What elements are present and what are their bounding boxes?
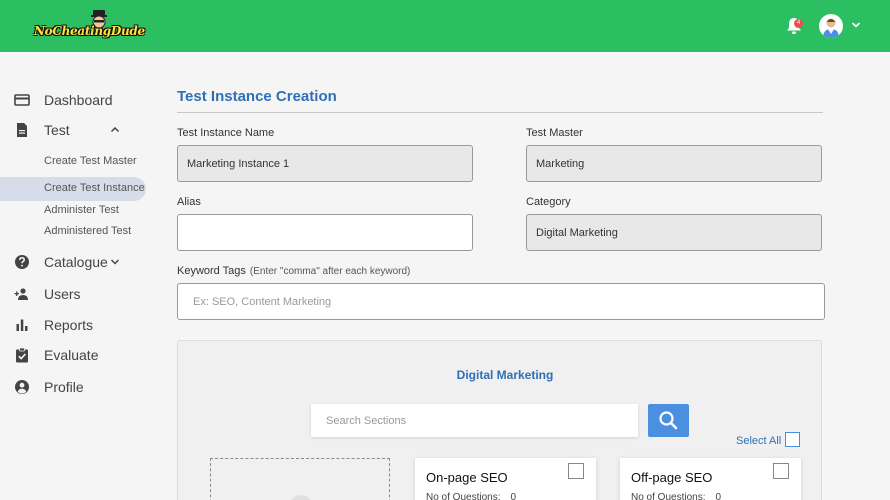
submenu-create-test-master[interactable]: Create Test Master <box>0 150 146 174</box>
select-all-checkbox[interactable] <box>785 432 800 447</box>
help-icon <box>15 255 29 269</box>
test-master-value: Marketing <box>536 157 585 170</box>
alias-label: Alias <box>177 196 201 208</box>
section-card-meta: No of Questions: 0 <box>631 492 721 500</box>
question-count-label: No of Questions: <box>631 492 706 500</box>
sidebar-item-label: Test <box>44 122 70 138</box>
avatar-doctor-icon <box>823 18 839 38</box>
category-value: Digital Marketing <box>536 226 618 239</box>
app-logo[interactable]: NoCheatingDude <box>34 10 145 44</box>
section-search-input[interactable]: Search Sections <box>311 404 638 437</box>
category-label: Category <box>526 196 571 208</box>
section-card-title: Off-page SEO <box>631 470 713 485</box>
section-card[interactable]: Off-page SEO No of Questions: 0 <box>620 458 801 500</box>
question-count-value: 0 <box>715 492 722 500</box>
notification-badge: 4 <box>794 19 803 28</box>
question-count-value: 0 <box>510 492 517 500</box>
clipboard-check-icon <box>16 347 28 363</box>
select-all-label[interactable]: Select All <box>736 435 781 447</box>
document-icon <box>17 123 27 137</box>
submenu-administered-test[interactable]: Administered Test <box>0 220 146 244</box>
keyword-tags-hint: (Enter "comma" after each keyword) <box>249 266 411 277</box>
sidebar-item-label: Catalogue <box>44 254 108 270</box>
keyword-tags-label: Keyword Tags (Enter "comma" after each ke… <box>177 265 410 277</box>
logo-text: NoCheatingDude <box>34 24 145 38</box>
add-section-card[interactable] <box>210 458 390 500</box>
sidebar-item-reports[interactable]: Reports <box>0 313 150 337</box>
section-search-placeholder: Search Sections <box>326 414 407 427</box>
test-master-label: Test Master <box>526 127 583 139</box>
question-count-label: No of Questions: <box>426 492 501 500</box>
keyword-tags-input[interactable]: Ex: SEO, Content Marketing <box>177 283 825 320</box>
section-card[interactable]: On-page SEO No of Questions: 0 <box>415 458 596 500</box>
search-button[interactable] <box>648 404 689 437</box>
add-icon <box>289 495 313 500</box>
search-icon <box>659 411 678 430</box>
section-card-checkbox[interactable] <box>773 463 789 479</box>
card-icon <box>14 94 30 106</box>
instance-name-field[interactable]: Marketing Instance 1 <box>177 145 473 182</box>
sections-panel-title: Digital Marketing <box>456 368 554 382</box>
sidebar-item-evaluate[interactable]: Evaluate <box>0 343 150 367</box>
category-field[interactable]: Digital Marketing <box>526 214 822 251</box>
sidebar-item-label: Reports <box>44 317 94 333</box>
sidebar-item-label: Dashboard <box>44 92 113 108</box>
sidebar-item-label: Users <box>44 286 81 302</box>
bar-chart-icon <box>16 319 28 331</box>
keyword-tags-label-text: Keyword Tags <box>177 265 246 277</box>
chevron-down-icon[interactable] <box>851 20 861 30</box>
section-card-title: On-page SEO <box>426 470 508 485</box>
keyword-tags-placeholder: Ex: SEO, Content Marketing <box>193 295 332 308</box>
sidebar-item-dashboard[interactable]: Dashboard <box>0 88 150 112</box>
sidebar: Dashboard Test Create Test Master Create… <box>0 52 160 500</box>
chevron-down-icon <box>110 259 120 265</box>
sidebar-item-test[interactable]: Test <box>0 118 150 142</box>
sidebar-item-catalogue[interactable]: Catalogue <box>0 250 150 274</box>
page-title: Test Instance Creation <box>177 88 337 105</box>
section-card-meta: No of Questions: 0 <box>426 492 516 500</box>
users-icon <box>14 288 28 300</box>
submenu-create-test-instance[interactable]: Create Test Instance <box>0 177 146 201</box>
sidebar-item-users[interactable]: Users <box>0 282 150 306</box>
chevron-up-icon <box>110 126 120 133</box>
sidebar-item-label: Evaluate <box>44 347 99 363</box>
avatar[interactable] <box>819 14 843 38</box>
top-bar: NoCheatingDude 4 <box>0 0 890 52</box>
section-card-checkbox[interactable] <box>568 463 584 479</box>
instance-name-label: Test Instance Name <box>177 127 275 139</box>
alias-field[interactable] <box>177 214 473 251</box>
test-master-field[interactable]: Marketing <box>526 145 822 182</box>
instance-name-value: Marketing Instance 1 <box>187 157 290 170</box>
title-divider <box>177 112 823 113</box>
